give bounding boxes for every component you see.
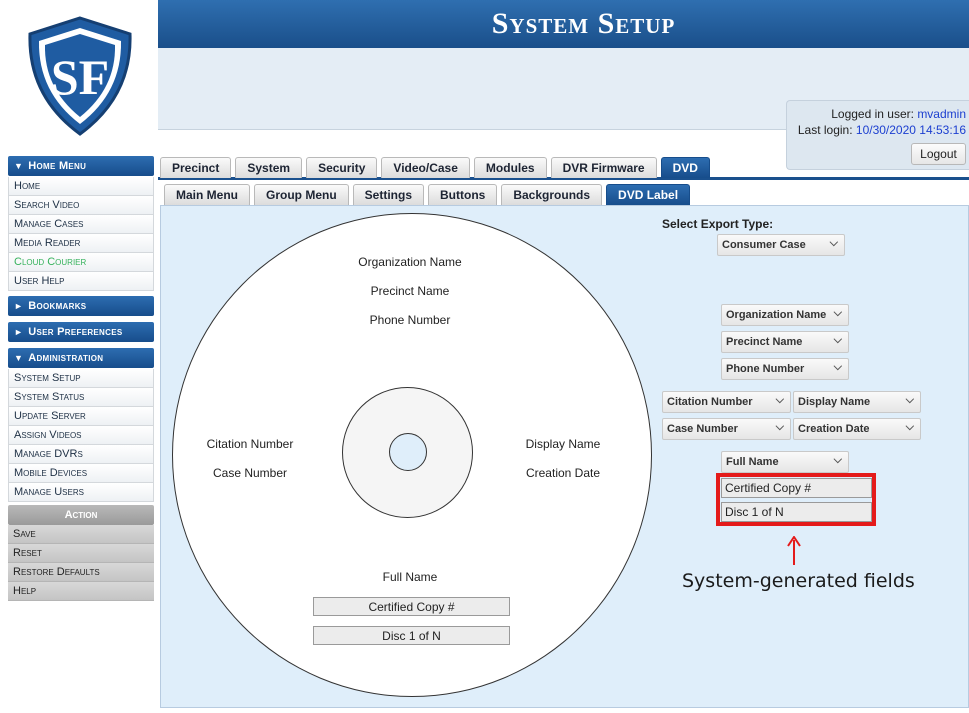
nav-media-reader[interactable]: Media Reader [8,234,154,253]
nav-cloud-courier[interactable]: Cloud Courier [8,253,154,272]
phone-number-select[interactable]: Phone Number ⌵ [721,358,849,380]
nav-mobile-devices[interactable]: Mobile Devices [8,464,154,483]
full-name-select[interactable]: Full Name ⌵ [721,451,849,473]
nav-manage-dvrs[interactable]: Manage DVRs [8,445,154,464]
chevron-down-icon: ⌵ [775,394,784,406]
administration-header[interactable]: ▼ Administration [8,348,154,368]
annotation-label: System-generated fields [682,570,915,592]
last-login-label: Last login: [797,123,853,137]
nav-home[interactable]: Home [8,177,154,196]
action-restore-defaults[interactable]: Restore Defaults [8,563,154,582]
disc-phone-number: Phone Number [369,313,451,327]
action-header: Action [8,505,154,525]
tab-main-menu[interactable]: Main Menu [164,184,250,205]
sidebar: ▼ Home Menu Home Search Video Manage Case… [8,156,154,601]
export-type-label: Select Export Type: [662,217,774,231]
page-title: System Setup [158,0,969,48]
login-info: Logged in user: mvadmin Last login: 10/3… [786,100,969,170]
disc-full-name: Full Name [382,570,438,584]
disc-creation-date: Creation Date [525,466,601,480]
tab-backgrounds[interactable]: Backgrounds [501,184,603,205]
nav-update-server[interactable]: Update Server [8,407,154,426]
disc-org-name: Organization Name [358,255,462,269]
secondary-tabs: Main Menu Group Menu Settings Buttons Ba… [164,184,691,205]
tab-buttons[interactable]: Buttons [428,184,498,205]
tab-settings[interactable]: Settings [352,184,425,205]
disc-citation-number: Citation Number [206,437,294,451]
nav-user-help[interactable]: User Help [8,272,154,291]
org-name-select[interactable]: Organization Name ⌵ [721,304,849,326]
nav-search-video[interactable]: Search Video [8,196,154,215]
precinct-name-select[interactable]: Precinct Name ⌵ [721,331,849,353]
highlight-box [716,473,876,526]
nav-assign-videos[interactable]: Assign Videos [8,426,154,445]
disc-case-number: Case Number [212,466,288,480]
display-name-select[interactable]: Display Name ⌵ [793,391,921,413]
bookmarks-header[interactable]: ► Bookmarks [8,296,154,316]
action-reset[interactable]: Reset [8,544,154,563]
collapse-arrow-icon: ▼ [14,161,24,171]
case-number-select[interactable]: Case Number ⌵ [662,418,791,440]
chevron-down-icon: ⌵ [833,454,842,466]
disc-precinct-name: Precinct Name [370,284,450,298]
tab-group-menu[interactable]: Group Menu [254,184,349,205]
last-login-value: 10/30/2020 14:53:16 [855,123,966,137]
logo-text: SF [51,49,109,105]
logged-user-value: mvadmin [917,107,966,121]
chevron-down-icon: ⌵ [905,421,914,433]
nav-system-status[interactable]: System Status [8,388,154,407]
primary-tabs: Precinct System Security Video/Case Modu… [160,157,710,178]
creation-date-select[interactable]: Creation Date ⌵ [793,418,921,440]
chevron-down-icon: ⌵ [833,307,842,319]
tab-video-case[interactable]: Video/Case [381,157,470,178]
export-type-select[interactable]: Consumer Case ⌵ [717,234,845,256]
tab-security[interactable]: Security [306,157,378,178]
tab-dvr-firmware[interactable]: DVR Firmware [550,157,657,178]
chevron-down-icon: ⌵ [833,361,842,373]
header-panel: Logged in user: mvadmin Last login: 10/3… [158,48,969,170]
disc-hole [389,433,427,471]
chevron-down-icon: ⌵ [775,421,784,433]
logged-user-label: Logged in user: [831,107,914,121]
nav-system-setup[interactable]: System Setup [8,369,154,388]
chevron-down-icon: ⌵ [829,237,838,249]
chevron-down-icon: ⌵ [833,334,842,346]
home-menu-header[interactable]: ▼ Home Menu [8,156,154,176]
expand-arrow-icon: ► [14,327,24,337]
expand-arrow-icon: ► [14,301,24,311]
citation-number-select[interactable]: Citation Number ⌵ [662,391,791,413]
arrow-up-icon [787,536,801,565]
tab-dvd-label[interactable]: DVD Label [606,184,691,205]
nav-manage-cases[interactable]: Manage Cases [8,215,154,234]
disc-disc-count: Disc 1 of N [313,626,510,645]
disc-display-name: Display Name [525,437,601,451]
action-save[interactable]: Save [8,525,154,544]
tab-modules[interactable]: Modules [473,157,547,178]
action-help[interactable]: Help [8,582,154,601]
tab-precinct[interactable]: Precinct [160,157,232,178]
logo: SF [28,16,132,136]
chevron-down-icon: ⌵ [905,394,914,406]
user-preferences-header[interactable]: ► User Preferences [8,322,154,342]
disc-certified-copy: Certified Copy # [313,597,510,616]
tab-system[interactable]: System [235,157,303,178]
logout-button[interactable]: Logout [911,143,966,165]
nav-manage-users[interactable]: Manage Users [8,483,154,502]
tab-dvd[interactable]: DVD [660,157,710,178]
collapse-arrow-icon: ▼ [14,353,24,363]
